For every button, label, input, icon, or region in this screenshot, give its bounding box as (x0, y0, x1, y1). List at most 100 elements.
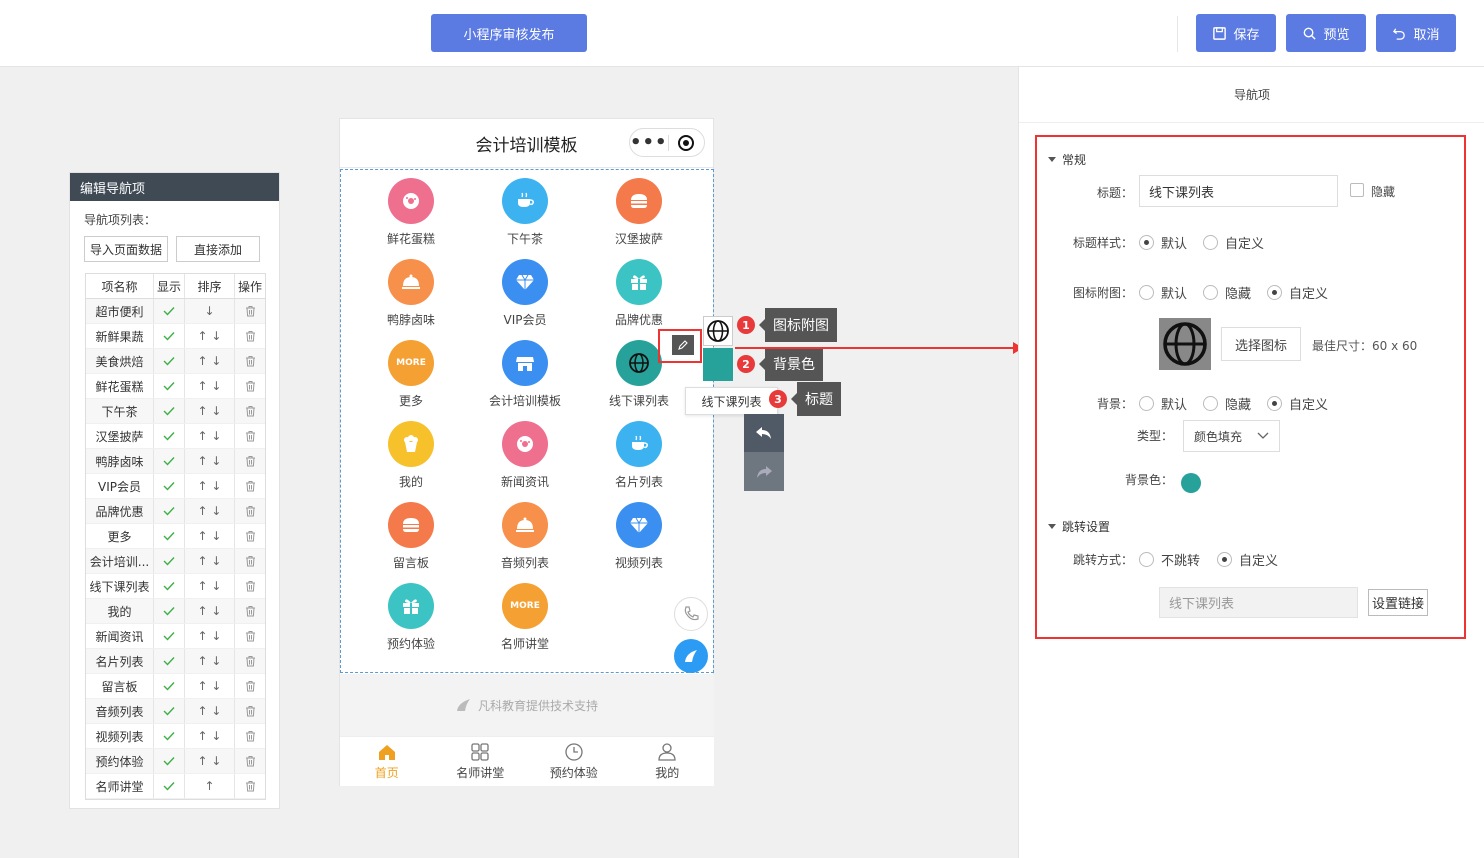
trash-icon[interactable] (235, 624, 265, 648)
visible-check-icon[interactable] (154, 499, 185, 523)
link-input[interactable]: 线下课列表 (1159, 587, 1358, 618)
nav-grid-item[interactable]: 会计培训模板 (470, 340, 580, 409)
close-target-icon[interactable] (668, 134, 704, 152)
tab-2[interactable]: 预约体验 (527, 737, 621, 786)
nav-grid-item[interactable]: MORE 名师讲堂 (470, 583, 580, 652)
sort-arrows[interactable]: ↑ ↓ (185, 449, 235, 473)
sort-arrows[interactable]: ↑ (185, 774, 235, 798)
bg-custom-radio[interactable]: 自定义 (1267, 394, 1328, 413)
visible-check-icon[interactable] (154, 399, 185, 423)
visible-check-icon[interactable] (154, 474, 185, 498)
visible-check-icon[interactable] (154, 549, 185, 573)
publish-review-button[interactable]: 小程序审核发布 (431, 14, 587, 52)
visible-check-icon[interactable] (154, 374, 185, 398)
nav-grid-item[interactable]: VIP会员 (470, 259, 580, 328)
trash-icon[interactable] (235, 424, 265, 448)
nav-grid-item[interactable]: 留言板 (356, 502, 466, 571)
trash-icon[interactable] (235, 524, 265, 548)
visible-check-icon[interactable] (154, 724, 185, 748)
visible-check-icon[interactable] (154, 649, 185, 673)
visible-check-icon[interactable] (154, 699, 185, 723)
sort-arrows[interactable]: ↑ ↓ (185, 374, 235, 398)
import-page-data-button[interactable]: 导入页面数据 (84, 236, 168, 262)
sort-arrows[interactable]: ↑ ↓ (185, 699, 235, 723)
trash-icon[interactable] (235, 299, 265, 323)
bg-color-tool[interactable] (703, 348, 733, 381)
sort-arrows[interactable]: ↑ ↓ (185, 524, 235, 548)
visible-check-icon[interactable] (154, 749, 185, 773)
sort-arrows[interactable]: ↑ ↓ (185, 324, 235, 348)
visible-check-icon[interactable] (154, 349, 185, 373)
sort-arrows[interactable]: ↑ ↓ (185, 724, 235, 748)
nav-grid-item[interactable]: 鸭脖卤味 (356, 259, 466, 328)
tab-1[interactable]: 名师讲堂 (434, 737, 528, 786)
trash-icon[interactable] (235, 699, 265, 723)
bg-default-radio[interactable]: 默认 (1139, 394, 1187, 413)
sort-arrows[interactable]: ↑ ↓ (185, 399, 235, 423)
nav-grid-item[interactable]: 汉堡披萨 (584, 178, 694, 247)
visible-check-icon[interactable] (154, 299, 185, 323)
bg-hide-radio[interactable]: 隐藏 (1203, 394, 1251, 413)
trash-icon[interactable] (235, 574, 265, 598)
sort-arrows[interactable]: ↑ ↓ (185, 649, 235, 673)
nav-grid-item[interactable]: 名片列表 (584, 421, 694, 490)
visible-check-icon[interactable] (154, 424, 185, 448)
undo-button[interactable] (744, 414, 784, 452)
type-select[interactable]: 颜色填充 (1183, 420, 1280, 452)
icon-hide-radio[interactable]: 隐藏 (1203, 283, 1251, 302)
tab-0[interactable]: 首页 (340, 737, 434, 786)
title-style-default-radio[interactable]: 默认 (1139, 233, 1187, 252)
visible-check-icon[interactable] (154, 324, 185, 348)
sort-arrows[interactable]: ↑ ↓ (185, 474, 235, 498)
redo-button[interactable] (744, 452, 784, 491)
trash-icon[interactable] (235, 374, 265, 398)
title-style-custom-radio[interactable]: 自定义 (1203, 233, 1264, 252)
save-button[interactable]: 保存 (1196, 14, 1276, 52)
trash-icon[interactable] (235, 599, 265, 623)
visible-check-icon[interactable] (154, 449, 185, 473)
jump-section-toggle[interactable]: 跳转设置 (1048, 518, 1110, 535)
bg-color-swatch[interactable] (1181, 473, 1201, 493)
trash-icon[interactable] (235, 474, 265, 498)
sort-arrows[interactable]: ↑ ↓ (185, 424, 235, 448)
sort-arrows[interactable]: ↑ ↓ (185, 499, 235, 523)
trash-icon[interactable] (235, 399, 265, 423)
nav-grid-item[interactable]: 视频列表 (584, 502, 694, 571)
jump-custom-radio[interactable]: 自定义 (1217, 550, 1278, 569)
trash-icon[interactable] (235, 774, 265, 798)
no-jump-radio[interactable]: 不跳转 (1139, 550, 1200, 569)
visible-check-icon[interactable] (154, 674, 185, 698)
trash-icon[interactable] (235, 674, 265, 698)
cancel-button[interactable]: 取消 (1376, 14, 1456, 52)
brand-logo-button[interactable] (674, 639, 708, 673)
general-section-toggle[interactable]: 常规 (1048, 151, 1086, 168)
nav-grid-item[interactable]: 音频列表 (470, 502, 580, 571)
nav-grid-item[interactable]: 我的 (356, 421, 466, 490)
nav-grid-item[interactable]: 下午茶 (470, 178, 580, 247)
trash-icon[interactable] (235, 499, 265, 523)
phone-call-button[interactable] (674, 597, 708, 631)
edit-pencil-button[interactable] (672, 335, 694, 355)
trash-icon[interactable] (235, 349, 265, 373)
more-dots-icon[interactable]: ••• (630, 132, 668, 153)
trash-icon[interactable] (235, 749, 265, 773)
nav-grid-item[interactable]: 品牌优惠 (584, 259, 694, 328)
trash-icon[interactable] (235, 649, 265, 673)
visible-check-icon[interactable] (154, 624, 185, 648)
sort-arrows[interactable]: ↑ ↓ (185, 549, 235, 573)
nav-grid-item[interactable]: MORE 更多 (356, 340, 466, 409)
nav-grid-item[interactable]: 预约体验 (356, 583, 466, 652)
visible-check-icon[interactable] (154, 574, 185, 598)
icon-attach-tool[interactable] (703, 316, 733, 346)
set-link-button[interactable]: 设置链接 (1368, 589, 1428, 616)
trash-icon[interactable] (235, 549, 265, 573)
choose-icon-button[interactable]: 选择图标 (1221, 327, 1301, 361)
visible-check-icon[interactable] (154, 524, 185, 548)
trash-icon[interactable] (235, 449, 265, 473)
nav-grid-item[interactable]: 新闻资讯 (470, 421, 580, 490)
hide-checkbox[interactable] (1350, 183, 1364, 197)
sort-arrows[interactable]: ↑ ↓ (185, 599, 235, 623)
sort-arrows[interactable]: ↑ ↓ (185, 349, 235, 373)
trash-icon[interactable] (235, 324, 265, 348)
visible-check-icon[interactable] (154, 774, 185, 798)
